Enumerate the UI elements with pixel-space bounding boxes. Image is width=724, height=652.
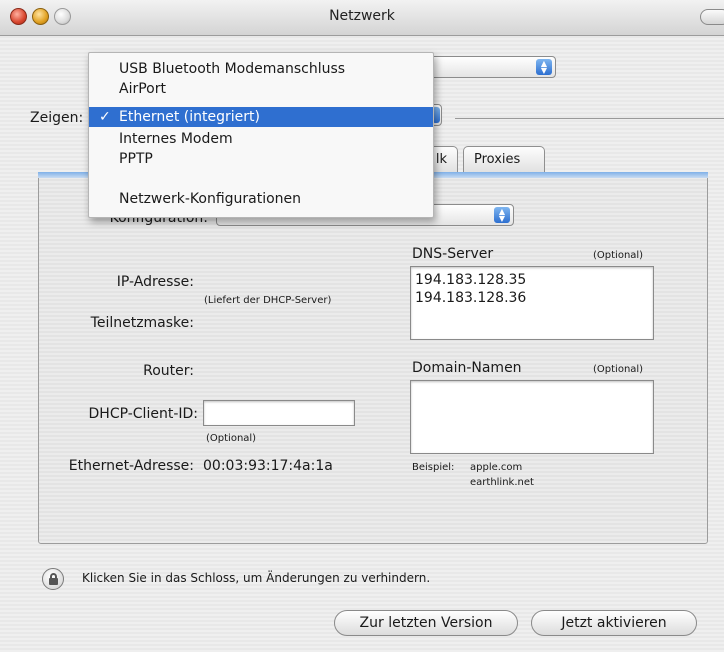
network-window: Netzwerk ▲ ▼ Zeigen: lk Proxies Konfigura… (0, 0, 724, 652)
ethernet-address-label: Ethernet-Adresse: (68, 458, 194, 474)
domain-names-label: Domain-Namen (412, 360, 522, 376)
revert-button[interactable]: Zur letzten Version (334, 610, 518, 636)
dhcp-client-id-label: DHCP-Client-ID: (88, 406, 198, 422)
ip-address-hint: (Liefert der DHCP-Server) (204, 295, 332, 306)
checkmark-icon: ✓ (99, 109, 111, 125)
dhcp-client-id-hint: (Optional) (206, 433, 257, 444)
show-dropdown-menu: USB Bluetooth Modemanschluss AirPort ✓ E… (88, 52, 434, 218)
domain-names-field[interactable] (410, 380, 654, 454)
dns-optional-hint: (Optional) (593, 250, 644, 261)
apply-now-button[interactable]: Jetzt aktivieren (531, 610, 697, 636)
tab-proxies[interactable]: Proxies (463, 146, 545, 173)
example-domain-2: earthlink.net (470, 477, 534, 488)
menu-item-usb-bluetooth[interactable]: USB Bluetooth Modemanschluss (89, 59, 433, 79)
dns-server-field[interactable]: 194.183.128.35 194.183.128.36 (410, 266, 654, 340)
ip-address-label: IP-Adresse: (116, 274, 194, 290)
toolbar-toggle-button[interactable] (700, 9, 724, 25)
ethernet-address-value: 00:03:93:17:4a:1a (203, 458, 333, 474)
dns-server-1: 194.183.128.35 (415, 272, 527, 288)
popup-arrows-icon: ▲ ▼ (494, 207, 510, 223)
menu-separator (89, 175, 433, 176)
lock-hint-text: Klicken Sie in das Schloss, um Änderunge… (82, 571, 431, 585)
subnet-mask-label: Teilnetzmaske: (90, 315, 194, 331)
example-label: Beispiel: (412, 462, 455, 473)
divider-line (455, 118, 724, 119)
menu-item-pptp[interactable]: PPTP (89, 149, 433, 169)
dhcp-client-id-field[interactable] (203, 400, 355, 426)
domain-optional-hint: (Optional) (593, 364, 644, 375)
menu-item-network-configurations[interactable]: Netzwerk-Konfigurationen (89, 189, 433, 209)
show-label: Zeigen: (30, 110, 84, 126)
router-label: Router: (143, 363, 194, 379)
dns-server-2: 194.183.128.36 (415, 290, 527, 306)
settings-panel (38, 172, 708, 544)
dns-server-label: DNS-Server (412, 246, 494, 262)
popup-arrows-icon: ▲ ▼ (536, 59, 552, 75)
window-title: Netzwerk (329, 8, 395, 24)
menu-item-internal-modem[interactable]: Internes Modem (89, 129, 433, 149)
menu-item-airport[interactable]: AirPort (89, 79, 433, 99)
example-domain-1: apple.com (470, 462, 523, 473)
title-bar: Netzwerk (0, 0, 724, 36)
lock-icon[interactable] (42, 568, 64, 590)
menu-item-ethernet[interactable]: ✓ Ethernet (integriert) (89, 107, 433, 127)
